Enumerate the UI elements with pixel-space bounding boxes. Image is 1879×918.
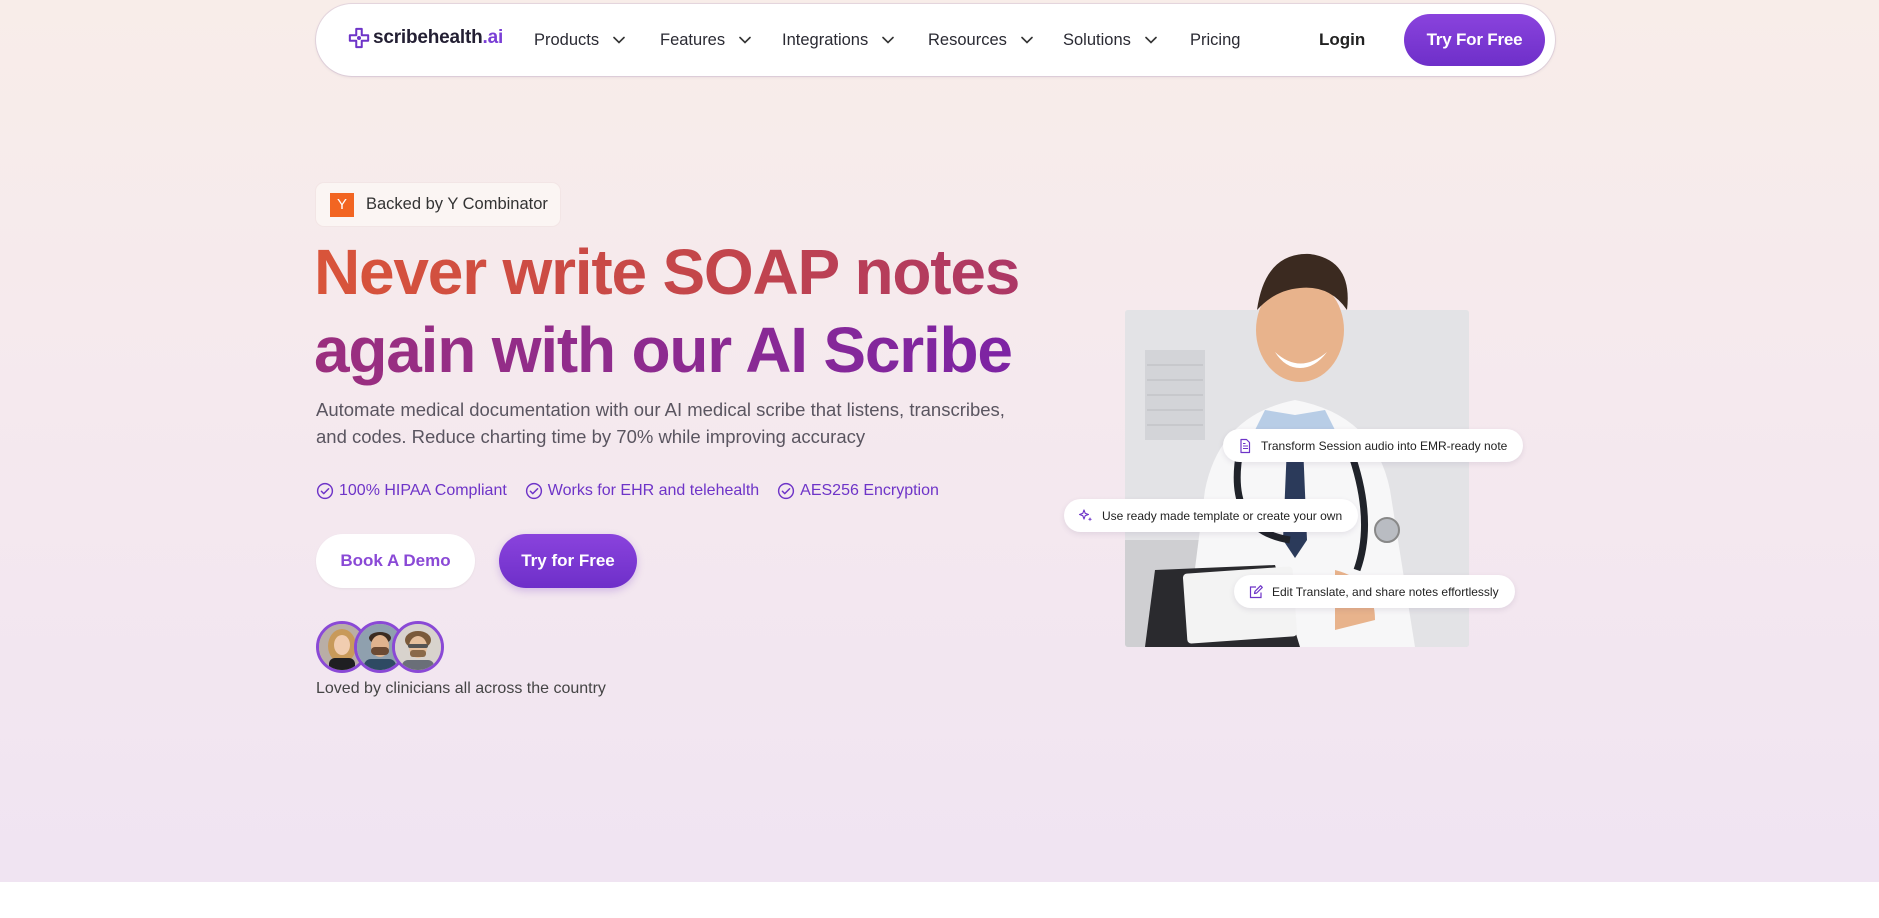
nav-item-pricing[interactable]: Pricing — [1190, 4, 1240, 76]
feature-chip: Edit Translate, and share notes effortle… — [1234, 575, 1515, 608]
top-navbar: scribehealth.ai Products Features Integr… — [316, 4, 1555, 76]
hero-subtitle: Automate medical documentation with our … — [316, 399, 1005, 447]
nav-label: Products — [534, 30, 600, 49]
sparkle-icon — [1078, 508, 1093, 521]
nav-item-solutions[interactable]: Solutions — [1063, 4, 1157, 76]
feature-item: Works for EHR and telehealth — [525, 482, 759, 500]
logo-suffix: .ai — [482, 27, 504, 48]
yc-badge-text: Backed by Y Combinator — [366, 195, 548, 213]
book-demo-button[interactable]: Book A Demo — [316, 534, 475, 588]
nav-item-integrations[interactable]: Integrations — [782, 4, 895, 76]
nav-label: Features — [660, 30, 726, 49]
feature-chip: Transform Session audio into EMR-ready n… — [1223, 429, 1524, 462]
chevron-down-icon — [739, 36, 751, 44]
feature-label: AES256 Encryption — [800, 482, 939, 499]
headline-line-1: Never write SOAP notes — [314, 233, 1074, 311]
feature-chip: Use ready made template or create your o… — [1064, 499, 1359, 532]
check-circle-icon — [525, 482, 542, 500]
headline-line-2: again with our AI Scribe — [314, 311, 1074, 389]
check-circle-icon — [316, 482, 334, 500]
logo[interactable]: scribehealth.ai — [348, 27, 503, 49]
chip-text: Use ready made template or create your o… — [1102, 508, 1343, 523]
social-proof-text: Loved by clinicians all across the count… — [316, 680, 606, 697]
logo-text: scribehealth — [373, 27, 483, 48]
avatar — [392, 621, 444, 673]
chip-text: Transform Session audio into EMR-ready n… — [1261, 438, 1508, 453]
nav-label: Pricing — [1190, 30, 1241, 49]
nav-item-resources[interactable]: Resources — [928, 4, 1033, 76]
feature-label: Works for EHR and telehealth — [547, 482, 760, 499]
chevron-down-icon — [1145, 36, 1157, 44]
yc-badge: Y Backed by Y Combinator — [316, 183, 560, 226]
login-link[interactable]: Login — [1319, 4, 1365, 76]
nav-item-features[interactable]: Features — [660, 4, 751, 76]
feature-item: AES256 Encryption — [777, 482, 939, 500]
nav-item-products[interactable]: Products — [534, 4, 625, 76]
y-combinator-logo-icon: Y — [330, 192, 354, 217]
chevron-down-icon — [1021, 36, 1033, 44]
clinician-avatars — [316, 621, 446, 673]
nav-label: Resources — [928, 30, 1007, 49]
feature-list: 100% HIPAA Compliant Works for EHR and t… — [316, 482, 939, 500]
document-icon — [1240, 438, 1251, 453]
logo-cross-icon — [348, 27, 370, 49]
hero-headline: Never write SOAP notes again with our AI… — [314, 233, 1074, 389]
check-circle-icon — [778, 482, 795, 500]
chevron-down-icon — [882, 36, 895, 44]
feature-item: 100% HIPAA Compliant — [316, 482, 507, 500]
try-for-free-nav-button[interactable]: Try For Free — [1404, 14, 1545, 66]
feature-label: 100% HIPAA Compliant — [339, 482, 507, 499]
chip-text: Edit Translate, and share notes effortle… — [1272, 584, 1499, 599]
edit-icon — [1249, 584, 1263, 598]
try-for-free-button[interactable]: Try for Free — [499, 534, 637, 588]
nav-label: Integrations — [782, 30, 869, 49]
nav-label: Solutions — [1063, 30, 1131, 49]
chevron-down-icon — [613, 36, 625, 44]
